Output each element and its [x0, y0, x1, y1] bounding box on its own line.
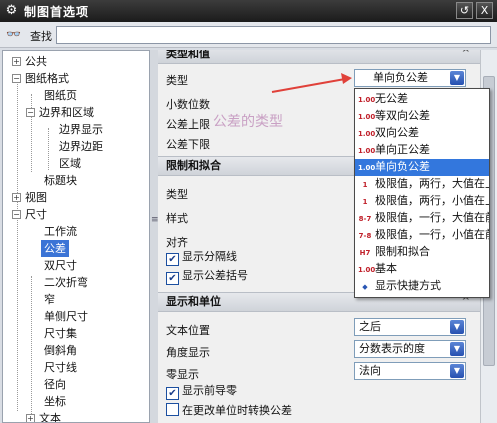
dropdown-option[interactable]: 1.00等双向公差 — [355, 108, 489, 125]
tolerance-icon: 1.00 — [358, 130, 376, 138]
annotation-text: 公差的类型 — [213, 114, 283, 130]
fit-icon: H7 — [359, 249, 371, 257]
basic-icon: 1.00 — [358, 266, 376, 274]
limit-icon: 8-7 — [358, 215, 372, 223]
tolerance-icon: 1.00 — [358, 147, 376, 155]
dropdown-option[interactable]: 1 极限值，两行，小值在上 — [355, 193, 489, 210]
tolerance-icon: 1.00 — [358, 96, 376, 104]
dropdown-option[interactable]: 1.00单向正公差 — [355, 142, 489, 159]
shortcut-icon: ◆ — [362, 283, 368, 291]
dropdown-option[interactable]: 1.00双向公差 — [355, 125, 489, 142]
dropdown-option[interactable]: 7-8 极限值，一行，小值在前 — [355, 227, 489, 244]
tolerance-icon: 1.00 — [358, 164, 376, 172]
limit-icon: 1 — [362, 198, 368, 206]
dropdown-option[interactable]: 1.00无公差 — [355, 91, 489, 108]
dropdown-option[interactable]: H7 限制和拟合 — [355, 244, 489, 261]
tolerance-type-dropdown: 1.00无公差 1.00等双向公差 1.00双向公差 1.00单向正公差 1.0… — [354, 88, 490, 298]
dropdown-option[interactable]: 1 极限值，两行，大值在上 — [355, 176, 489, 193]
dropdown-option[interactable]: ◆ 显示快捷方式 — [355, 278, 489, 295]
limit-icon: 1 — [362, 181, 368, 189]
tolerance-icon: 1.00 — [358, 113, 376, 121]
limit-icon: 7-8 — [358, 232, 372, 240]
dropdown-option[interactable]: 1.00基本 — [355, 261, 489, 278]
dropdown-option-selected[interactable]: 1.00单向负公差 — [355, 159, 489, 176]
dropdown-option[interactable]: 8-7 极限值，一行，大值在前 — [355, 210, 489, 227]
